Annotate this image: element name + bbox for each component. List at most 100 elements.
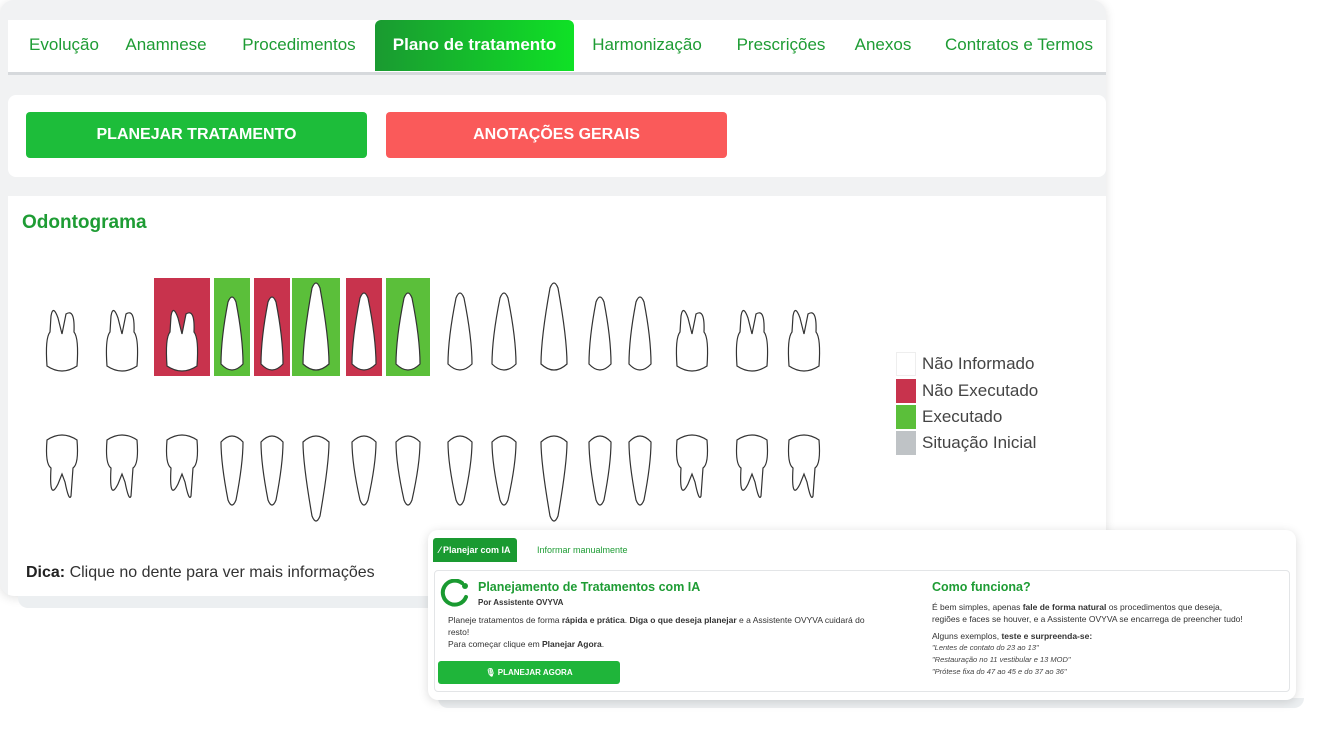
magic-wand-icon: ⁄	[439, 545, 441, 555]
tab-evolucao[interactable]: Evolução	[14, 20, 114, 72]
tooth-outline	[105, 434, 139, 498]
start-bold: Planejar Agora	[542, 639, 602, 649]
tab-anexos[interactable]: Anexos	[848, 20, 918, 72]
tab-plano-de-tratamento[interactable]: Plano de tratamento	[375, 20, 574, 71]
how-text: os procedimentos que deseja,	[1106, 602, 1223, 612]
tab-contratos-e-termos[interactable]: Contratos e Termos	[932, 20, 1106, 72]
lower-tooth-9[interactable]	[447, 435, 473, 506]
tooth-outline	[491, 435, 517, 506]
legend-label: Não Informado	[922, 354, 1035, 373]
how-text: É bem simples, apenas	[932, 602, 1023, 612]
lower-tooth-5[interactable]	[260, 435, 284, 506]
tooth-outline	[105, 309, 139, 372]
tooth-outline	[675, 309, 709, 372]
plan-now-button[interactable]: 🎙 PLANEJAR AGORA	[438, 661, 620, 684]
tooth-outline	[540, 282, 568, 371]
plan-treatment-button[interactable]: PLANEJAR TRATAMENTO	[26, 112, 367, 158]
upper-tooth-1[interactable]	[45, 309, 79, 372]
tooth-outline	[302, 435, 330, 522]
legend-swatch	[896, 405, 916, 429]
tab-procedimentos[interactable]: Procedimentos	[230, 20, 368, 72]
upper-tooth-10[interactable]	[491, 292, 517, 371]
tab-plan-with-ai-label: Planejar com IA	[443, 545, 511, 555]
legend-label: Situação Inicial	[922, 433, 1037, 452]
tooth-outline	[220, 435, 244, 506]
ai-description-line-1: Planeje tratamentos de forma rápida e pr…	[448, 615, 865, 625]
legend-label: Não Executado	[922, 381, 1039, 400]
upper-tooth-9[interactable]	[447, 292, 473, 371]
lower-tooth-6[interactable]	[302, 435, 330, 522]
example-item: "Restauração no 11 vestibular e 13 MOD"	[932, 655, 1071, 664]
tooth-outline	[45, 434, 79, 498]
upper-tooth-11[interactable]	[540, 282, 568, 371]
tab-anamnese[interactable]: Anamnese	[116, 20, 216, 72]
start-text: .	[601, 639, 605, 649]
desc-bold: Diga o que deseja planejar	[629, 615, 737, 625]
upper-tooth-8[interactable]	[386, 278, 430, 376]
tooth-outline	[447, 435, 473, 506]
legend-label: Executado	[922, 407, 1003, 426]
ai-content-box: Planejamento de Tratamentos com IA Por A…	[434, 570, 1290, 692]
upper-tooth-13[interactable]	[628, 296, 652, 371]
legend-swatch	[896, 379, 916, 403]
lower-tooth-4[interactable]	[220, 435, 244, 506]
tab-plan-with-ai[interactable]: ⁄ Planejar com IA	[433, 538, 517, 562]
ai-subtitle: Por Assistente OVYVA	[478, 598, 564, 607]
tooth-outline	[165, 434, 199, 498]
example-item: "Prótese fixa do 47 ao 45 e do 37 ao 36"	[932, 667, 1067, 676]
upper-tooth-15[interactable]	[735, 309, 769, 372]
examples-bold: teste e surpreenda-se:	[1001, 631, 1093, 641]
tooth-outline	[45, 309, 79, 372]
tooth-outline	[588, 435, 612, 506]
lower-tooth-8[interactable]	[395, 435, 421, 506]
start-text: Para começar clique em	[448, 639, 543, 649]
tooth-outline	[447, 292, 473, 371]
legend-swatch	[896, 431, 916, 455]
tab-prescricoes[interactable]: Prescrições	[726, 20, 836, 72]
tip-message: Clique no dente para ver mais informaçõe…	[65, 564, 375, 581]
ai-title: Planejamento de Tratamentos com IA	[478, 580, 701, 594]
tooth-outline	[628, 296, 652, 371]
examples-text: Alguns exemplos,	[932, 631, 1002, 641]
lower-tooth-1[interactable]	[45, 434, 79, 498]
desc-bold: rápida e prática	[561, 615, 625, 625]
tooth-outline	[351, 435, 377, 506]
how-it-works-line-2: regiões e faces se houver, e a Assistent…	[932, 614, 1243, 624]
lower-tooth-13[interactable]	[628, 435, 652, 506]
lower-tooth-3[interactable]	[165, 434, 199, 498]
tip-label: Dica:	[26, 564, 66, 581]
lower-tooth-7[interactable]	[351, 435, 377, 506]
lower-tooth-12[interactable]	[588, 435, 612, 506]
ai-description-line-2: resto!	[448, 627, 470, 637]
upper-tooth-3[interactable]	[154, 278, 210, 376]
upper-tooth-4[interactable]	[214, 278, 250, 376]
tab-manual-entry[interactable]: Informar manualmente	[531, 538, 634, 562]
tooth-outline	[260, 435, 284, 506]
upper-tooth-14[interactable]	[675, 309, 709, 372]
tooth-outline	[675, 434, 709, 498]
lower-tooth-14[interactable]	[675, 434, 709, 498]
lower-tooth-11[interactable]	[540, 435, 568, 522]
upper-tooth-7[interactable]	[346, 278, 382, 376]
odontogram-chart	[45, 278, 821, 522]
tooth-outline	[628, 435, 652, 506]
ai-start-hint: Para começar clique em Planejar Agora.	[448, 639, 604, 649]
lower-tooth-10[interactable]	[491, 435, 517, 506]
lower-tooth-16[interactable]	[787, 434, 821, 498]
upper-tooth-6[interactable]	[292, 278, 340, 376]
lower-tooth-15[interactable]	[735, 434, 769, 498]
tab-harmonizacao[interactable]: Harmonização	[582, 20, 712, 72]
how-it-works-line-1: É bem simples, apenas fale de forma natu…	[932, 602, 1222, 612]
upper-tooth-5[interactable]	[254, 278, 290, 376]
lower-tooth-2[interactable]	[105, 434, 139, 498]
tab-bar: Evolução Anamnese Procedimentos Plano de…	[8, 20, 1106, 75]
how-bold: fale de forma natural	[1022, 602, 1107, 612]
general-notes-button[interactable]: ANOTAÇÕES GERAIS	[386, 112, 727, 158]
example-item: "Lentes de contato do 23 ao 13"	[932, 643, 1039, 652]
upper-tooth-2[interactable]	[105, 309, 139, 372]
upper-tooth-16[interactable]	[787, 309, 821, 372]
ai-planning-card: ⁄ Planejar com IA Informar manualmente P…	[428, 530, 1296, 700]
upper-tooth-12[interactable]	[588, 296, 612, 371]
tooth-outline	[787, 309, 821, 372]
how-it-works-title: Como funciona?	[932, 580, 1031, 594]
